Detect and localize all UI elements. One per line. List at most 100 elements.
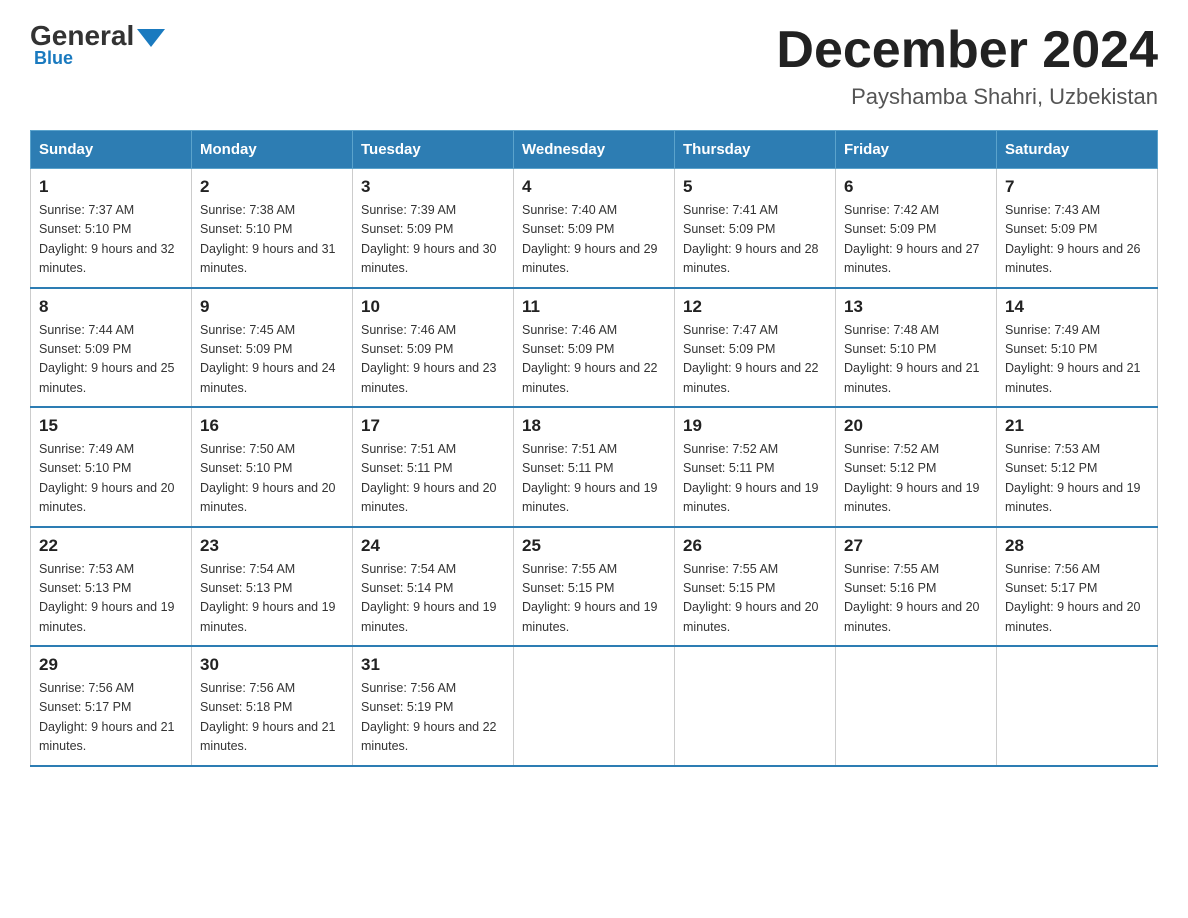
logo: General Blue: [30, 20, 168, 69]
calendar-week-row: 29 Sunrise: 7:56 AMSunset: 5:17 PMDayligh…: [31, 646, 1158, 766]
day-number: 10: [361, 297, 505, 317]
calendar-day-header: Sunday: [31, 131, 192, 169]
day-info: Sunrise: 7:39 AMSunset: 5:09 PMDaylight:…: [361, 201, 505, 279]
title-block: December 2024 Payshamba Shahri, Uzbekist…: [776, 20, 1158, 110]
calendar-day-header: Saturday: [997, 131, 1158, 169]
calendar-cell: 13Sunrise: 7:48 AMSunset: 5:10 PMDayligh…: [836, 288, 997, 408]
calendar-cell: [514, 646, 675, 766]
day-info: Sunrise: 7:56 AMSunset: 5:18 PMDaylight:…: [200, 679, 344, 757]
day-number: 9: [200, 297, 344, 317]
calendar-cell: 16 Sunrise: 7:50 AMSunset: 5:10 PMDayligh…: [192, 407, 353, 527]
calendar-cell: 6Sunrise: 7:42 AMSunset: 5:09 PMDaylight…: [836, 169, 997, 288]
calendar-cell: 26 Sunrise: 7:55 AMSunset: 5:15 PMDayligh…: [675, 527, 836, 647]
calendar-week-row: 1Sunrise: 7:37 AMSunset: 5:10 PMDaylight…: [31, 169, 1158, 288]
calendar-cell: 23 Sunrise: 7:54 AMSunset: 5:13 PMDayligh…: [192, 527, 353, 647]
day-info: Sunrise: 7:40 AMSunset: 5:09 PMDaylight:…: [522, 201, 666, 279]
day-number: 16: [200, 416, 344, 436]
calendar-cell: [675, 646, 836, 766]
calendar-cell: 25Sunrise: 7:55 AMSunset: 5:15 PMDayligh…: [514, 527, 675, 647]
day-number: 28: [1005, 536, 1149, 556]
calendar-week-row: 8 Sunrise: 7:44 AMSunset: 5:09 PMDaylight…: [31, 288, 1158, 408]
page-header: General Blue December 2024 Payshamba Sha…: [30, 20, 1158, 110]
day-info: Sunrise: 7:49 AMSunset: 5:10 PMDaylight:…: [39, 440, 183, 518]
calendar-cell: 20Sunrise: 7:52 AMSunset: 5:12 PMDayligh…: [836, 407, 997, 527]
day-number: 3: [361, 177, 505, 197]
calendar-cell: 29 Sunrise: 7:56 AMSunset: 5:17 PMDayligh…: [31, 646, 192, 766]
day-number: 2: [200, 177, 344, 197]
day-info: Sunrise: 7:52 AMSunset: 5:11 PMDaylight:…: [683, 440, 827, 518]
day-number: 22: [39, 536, 183, 556]
calendar-cell: 18 Sunrise: 7:51 AMSunset: 5:11 PMDayligh…: [514, 407, 675, 527]
day-info: Sunrise: 7:46 AMSunset: 5:09 PMDaylight:…: [361, 321, 505, 399]
day-number: 1: [39, 177, 183, 197]
day-info: Sunrise: 7:45 AMSunset: 5:09 PMDaylight:…: [200, 321, 344, 399]
day-number: 4: [522, 177, 666, 197]
day-number: 8: [39, 297, 183, 317]
day-number: 6: [844, 177, 988, 197]
calendar-week-row: 22Sunrise: 7:53 AMSunset: 5:13 PMDayligh…: [31, 527, 1158, 647]
day-info: Sunrise: 7:43 AMSunset: 5:09 PMDaylight:…: [1005, 201, 1149, 279]
day-number: 31: [361, 655, 505, 675]
calendar-cell: 30Sunrise: 7:56 AMSunset: 5:18 PMDayligh…: [192, 646, 353, 766]
day-number: 24: [361, 536, 505, 556]
day-info: Sunrise: 7:41 AMSunset: 5:09 PMDaylight:…: [683, 201, 827, 279]
day-info: Sunrise: 7:49 AMSunset: 5:10 PMDaylight:…: [1005, 321, 1149, 399]
calendar-day-header: Tuesday: [353, 131, 514, 169]
day-info: Sunrise: 7:38 AMSunset: 5:10 PMDaylight:…: [200, 201, 344, 279]
logo-blue-text: Blue: [30, 48, 73, 69]
calendar-cell: 2 Sunrise: 7:38 AMSunset: 5:10 PMDaylight…: [192, 169, 353, 288]
calendar-day-header: Monday: [192, 131, 353, 169]
day-number: 23: [200, 536, 344, 556]
calendar-cell: 1Sunrise: 7:37 AMSunset: 5:10 PMDaylight…: [31, 169, 192, 288]
calendar-cell: 10 Sunrise: 7:46 AMSunset: 5:09 PMDayligh…: [353, 288, 514, 408]
calendar-cell: 9 Sunrise: 7:45 AMSunset: 5:09 PMDaylight…: [192, 288, 353, 408]
day-number: 17: [361, 416, 505, 436]
day-number: 14: [1005, 297, 1149, 317]
day-info: Sunrise: 7:56 AMSunset: 5:17 PMDaylight:…: [39, 679, 183, 757]
logo-triangle-icon: [137, 29, 165, 47]
day-info: Sunrise: 7:52 AMSunset: 5:12 PMDaylight:…: [844, 440, 988, 518]
day-number: 18: [522, 416, 666, 436]
day-number: 12: [683, 297, 827, 317]
calendar-cell: 12Sunrise: 7:47 AMSunset: 5:09 PMDayligh…: [675, 288, 836, 408]
calendar-cell: 21Sunrise: 7:53 AMSunset: 5:12 PMDayligh…: [997, 407, 1158, 527]
day-info: Sunrise: 7:51 AMSunset: 5:11 PMDaylight:…: [522, 440, 666, 518]
day-info: Sunrise: 7:53 AMSunset: 5:12 PMDaylight:…: [1005, 440, 1149, 518]
calendar-cell: 3 Sunrise: 7:39 AMSunset: 5:09 PMDaylight…: [353, 169, 514, 288]
day-info: Sunrise: 7:44 AMSunset: 5:09 PMDaylight:…: [39, 321, 183, 399]
calendar-cell: 4 Sunrise: 7:40 AMSunset: 5:09 PMDaylight…: [514, 169, 675, 288]
calendar-cell: 27 Sunrise: 7:55 AMSunset: 5:16 PMDayligh…: [836, 527, 997, 647]
day-info: Sunrise: 7:50 AMSunset: 5:10 PMDaylight:…: [200, 440, 344, 518]
calendar-cell: 7 Sunrise: 7:43 AMSunset: 5:09 PMDaylight…: [997, 169, 1158, 288]
day-info: Sunrise: 7:55 AMSunset: 5:16 PMDaylight:…: [844, 560, 988, 638]
day-number: 29: [39, 655, 183, 675]
calendar-cell: 19 Sunrise: 7:52 AMSunset: 5:11 PMDayligh…: [675, 407, 836, 527]
calendar-cell: 8 Sunrise: 7:44 AMSunset: 5:09 PMDaylight…: [31, 288, 192, 408]
calendar-week-row: 15 Sunrise: 7:49 AMSunset: 5:10 PMDayligh…: [31, 407, 1158, 527]
day-number: 7: [1005, 177, 1149, 197]
day-info: Sunrise: 7:55 AMSunset: 5:15 PMDaylight:…: [683, 560, 827, 638]
day-info: Sunrise: 7:56 AMSunset: 5:19 PMDaylight:…: [361, 679, 505, 757]
calendar-cell: 5 Sunrise: 7:41 AMSunset: 5:09 PMDaylight…: [675, 169, 836, 288]
day-info: Sunrise: 7:51 AMSunset: 5:11 PMDaylight:…: [361, 440, 505, 518]
day-number: 15: [39, 416, 183, 436]
calendar-cell: [997, 646, 1158, 766]
calendar-cell: 31 Sunrise: 7:56 AMSunset: 5:19 PMDayligh…: [353, 646, 514, 766]
calendar-cell: 15 Sunrise: 7:49 AMSunset: 5:10 PMDayligh…: [31, 407, 192, 527]
day-info: Sunrise: 7:55 AMSunset: 5:15 PMDaylight:…: [522, 560, 666, 638]
month-title: December 2024: [776, 20, 1158, 80]
calendar-cell: [836, 646, 997, 766]
calendar-cell: 22Sunrise: 7:53 AMSunset: 5:13 PMDayligh…: [31, 527, 192, 647]
day-info: Sunrise: 7:54 AMSunset: 5:13 PMDaylight:…: [200, 560, 344, 638]
calendar-cell: 28Sunrise: 7:56 AMSunset: 5:17 PMDayligh…: [997, 527, 1158, 647]
calendar-day-header: Thursday: [675, 131, 836, 169]
day-number: 27: [844, 536, 988, 556]
day-info: Sunrise: 7:54 AMSunset: 5:14 PMDaylight:…: [361, 560, 505, 638]
location-title: Payshamba Shahri, Uzbekistan: [776, 84, 1158, 110]
day-number: 26: [683, 536, 827, 556]
day-number: 19: [683, 416, 827, 436]
calendar-header-row: SundayMondayTuesdayWednesdayThursdayFrid…: [31, 131, 1158, 169]
calendar-day-header: Wednesday: [514, 131, 675, 169]
day-number: 5: [683, 177, 827, 197]
calendar-cell: 11Sunrise: 7:46 AMSunset: 5:09 PMDayligh…: [514, 288, 675, 408]
